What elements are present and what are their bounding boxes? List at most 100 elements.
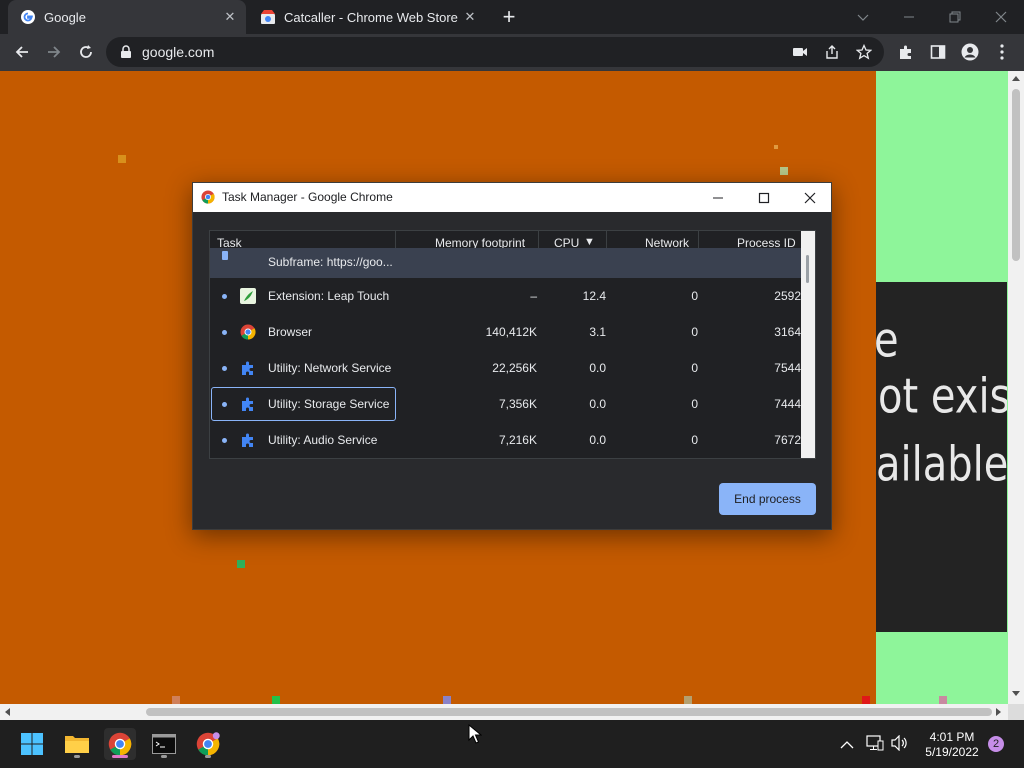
- file-explorer-icon[interactable]: [61, 728, 93, 760]
- back-icon[interactable]: [6, 36, 38, 68]
- mouse-cursor-icon: [468, 724, 482, 744]
- running-indicator: [161, 755, 167, 758]
- close-tab-icon[interactable]: ✕: [462, 9, 478, 25]
- taskbar-clock[interactable]: 4:01 PM 5/19/2022: [916, 730, 988, 760]
- minimize-icon[interactable]: [886, 0, 932, 34]
- row-bullet: [222, 438, 227, 443]
- table-row[interactable]: Subframe: https://goo...: [210, 248, 801, 278]
- restore-icon[interactable]: [932, 0, 978, 34]
- tab-strip: Google ✕ Catcaller - Chrome Web Store ✕ …: [0, 0, 1024, 34]
- menu-kebab-icon[interactable]: [986, 36, 1018, 68]
- scroll-left-arrow-icon[interactable]: [4, 708, 10, 716]
- sort-descending-icon: ▼: [584, 236, 595, 248]
- maximize-icon[interactable]: [741, 183, 787, 212]
- close-tab-icon[interactable]: ✕: [222, 9, 238, 25]
- task-name: Subframe: https://goo...: [268, 255, 393, 269]
- task-name: Utility: Network Service: [268, 361, 392, 375]
- minimize-icon[interactable]: [695, 183, 741, 212]
- table-row[interactable]: Utility: Network Service 22,256K 0.0 0 7…: [210, 350, 801, 386]
- table-scrollbar[interactable]: [801, 231, 815, 458]
- row-bullet: [222, 330, 227, 335]
- chrome-taskbar-icon[interactable]: [104, 728, 136, 760]
- puzzle-piece-icon: [242, 397, 253, 411]
- puzzle-piece-icon: [242, 361, 253, 375]
- chrome-logo-icon: [201, 190, 215, 204]
- page-vertical-scrollbar[interactable]: [1008, 71, 1024, 704]
- network-value: 0: [691, 397, 698, 411]
- running-indicator: [112, 755, 128, 758]
- table-row[interactable]: Browser 140,412K 3.1 0 3164: [210, 314, 801, 350]
- frame-icon: [222, 251, 228, 260]
- decorative-dot: [272, 696, 280, 704]
- page-horizontal-scrollbar[interactable]: [0, 704, 1008, 720]
- end-process-button[interactable]: End process: [719, 483, 816, 515]
- scroll-up-arrow-icon[interactable]: [1012, 75, 1020, 81]
- table-row[interactable]: Utility: Storage Service 7,356K 0.0 0 74…: [210, 386, 801, 422]
- chrome-profile-taskbar-icon[interactable]: [192, 728, 224, 760]
- share-icon[interactable]: [824, 44, 840, 60]
- decorative-dot: [118, 155, 126, 163]
- scroll-thumb[interactable]: [1012, 89, 1020, 261]
- lock-icon[interactable]: [120, 45, 132, 59]
- start-windows-icon[interactable]: [16, 728, 48, 760]
- scroll-thumb[interactable]: [806, 255, 809, 283]
- decorative-dot: [172, 696, 180, 704]
- pid-value: 7444: [774, 397, 801, 411]
- tab-search-icon[interactable]: [840, 0, 886, 34]
- extensions-puzzle-icon[interactable]: [890, 36, 922, 68]
- network-icon[interactable]: [866, 735, 884, 756]
- process-table: Task Memory footprint CPU ▼ Network Proc…: [209, 230, 816, 459]
- cpu-value: 12.4: [582, 289, 606, 303]
- error-text-line-1: e: [876, 313, 899, 369]
- running-indicator: [205, 755, 211, 758]
- table-row[interactable]: Utility: Audio Service 7,216K 0.0 0 7672: [210, 422, 801, 458]
- scroll-right-arrow-icon[interactable]: [996, 708, 1002, 716]
- address-bar[interactable]: google.com: [106, 37, 884, 67]
- google-favicon-icon: [21, 10, 35, 24]
- browser-toolbar: google.com: [0, 34, 1024, 71]
- memory-value: 7,356K: [498, 397, 537, 411]
- running-indicator: [74, 755, 80, 758]
- show-hidden-icons-chevron-icon[interactable]: [840, 737, 854, 755]
- new-tab-button[interactable]: +: [496, 5, 522, 29]
- cpu-value: 0.0: [589, 397, 606, 411]
- web-store-favicon-icon: [261, 10, 275, 24]
- forward-icon[interactable]: [38, 36, 70, 68]
- pid-value: 7544: [774, 361, 801, 375]
- scroll-down-arrow-icon[interactable]: [1012, 691, 1020, 697]
- table-row[interactable]: Extension: Leap Touch – 12.4 0 2592: [210, 278, 801, 314]
- close-window-icon[interactable]: [978, 0, 1024, 34]
- close-icon[interactable]: [787, 183, 833, 212]
- chrome-logo-icon: [240, 324, 256, 340]
- row-bullet: [222, 402, 227, 407]
- decorative-dot: [939, 696, 947, 704]
- puzzle-piece-icon: [242, 433, 253, 447]
- memory-value: 22,256K: [492, 361, 537, 375]
- memory-value: –: [530, 289, 537, 303]
- tab-google[interactable]: Google ✕: [8, 0, 246, 34]
- camera-icon[interactable]: [792, 45, 808, 59]
- decorative-dot: [772, 143, 780, 151]
- tab-catcaller[interactable]: Catcaller - Chrome Web Store ✕: [248, 0, 486, 34]
- pid-value: 7672: [774, 433, 801, 447]
- task-manager-window: Task Manager - Google Chrome Task Memory…: [192, 182, 832, 530]
- error-panel: e ot exist ailable.: [876, 282, 1007, 632]
- reload-icon[interactable]: [70, 36, 102, 68]
- profile-avatar-icon[interactable]: [954, 36, 986, 68]
- task-name: Browser: [268, 325, 313, 339]
- cpu-value: 3.1: [589, 325, 606, 339]
- leap-touch-extension-icon: [240, 288, 256, 304]
- scroll-thumb[interactable]: [146, 708, 992, 716]
- network-value: 0: [691, 289, 698, 303]
- terminal-icon[interactable]: [148, 728, 180, 760]
- cpu-value: 0.0: [589, 361, 606, 375]
- volume-icon[interactable]: [891, 734, 909, 756]
- task-name: Utility: Audio Service: [268, 433, 378, 447]
- side-panel-icon[interactable]: [922, 36, 954, 68]
- pid-value: 3164: [774, 325, 801, 339]
- notification-badge[interactable]: 2: [988, 736, 1004, 752]
- bookmark-star-icon[interactable]: [856, 44, 872, 60]
- task-manager-titlebar[interactable]: Task Manager - Google Chrome: [193, 183, 831, 212]
- clock-date: 5/19/2022: [925, 745, 979, 759]
- task-name: Extension: Leap Touch: [268, 289, 390, 303]
